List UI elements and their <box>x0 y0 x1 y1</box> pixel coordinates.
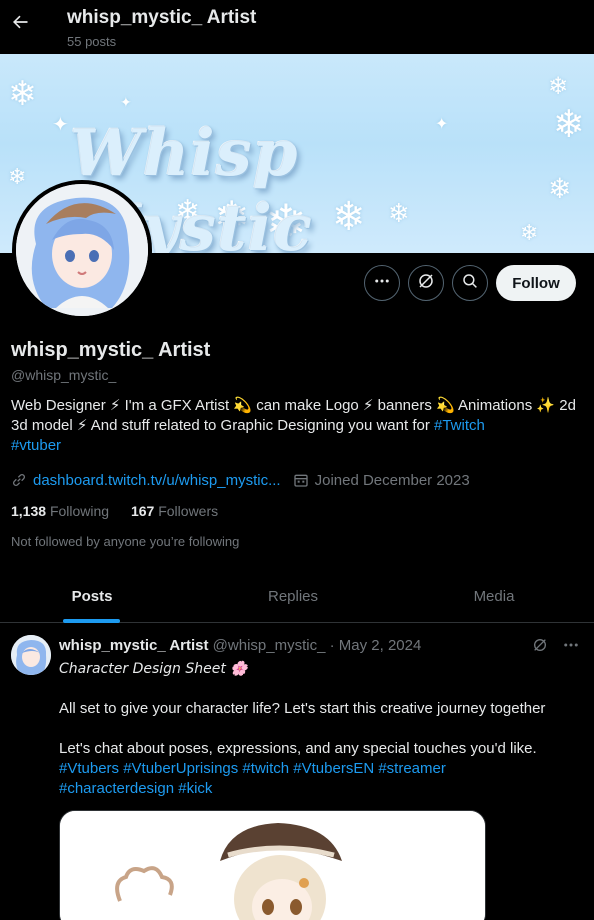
post-hashtags[interactable]: #characterdesign #kick <box>59 779 579 799</box>
hashtag-link[interactable]: #Twitch <box>434 417 485 434</box>
more-dots-icon[interactable] <box>562 636 580 659</box>
profile-tabs: Posts Replies Media <box>0 570 594 623</box>
post-text-line: All set to give your character life? Let… <box>59 700 546 717</box>
profile-name: whisp_mystic_ Artist <box>11 339 211 361</box>
post-header: whisp_mystic_ Artist @whisp_mystic_ · Ma… <box>59 637 421 654</box>
follow-button[interactable]: Follow <box>496 265 576 301</box>
more-options-button[interactable] <box>364 265 400 301</box>
post-media-image[interactable] <box>59 810 486 920</box>
not-followed-note: Not followed by anyone you’re following <box>11 534 240 549</box>
following-link[interactable]: 1,138 Following <box>11 503 109 519</box>
posts-count: 55 posts <box>67 34 117 49</box>
following-count: 1,138 <box>11 503 47 519</box>
profile-bio: Web Designer ⚡ I'm a GFX Artist 💫 can ma… <box>11 396 581 456</box>
calendar-icon <box>293 472 309 488</box>
snowflake-icon: ❄ <box>520 220 539 245</box>
more-dots-icon <box>373 272 391 295</box>
snowflake-icon: ❄ <box>548 73 569 100</box>
profile-avatar[interactable] <box>12 180 152 320</box>
post-title: Character Design Sheet 🌸 <box>59 661 248 677</box>
snowflake-icon: ❄ <box>8 75 37 113</box>
followers-count: 167 <box>130 503 155 519</box>
followers-link[interactable]: 167 Followers <box>131 503 218 519</box>
snowflake-icon: ✦ <box>52 114 69 136</box>
arrow-left-icon[interactable] <box>10 12 34 40</box>
profile-header: whisp_mystic_ Artist 55 posts <box>0 0 594 54</box>
header-title: whisp_mystic_ Artist <box>67 7 257 28</box>
snowflake-icon: ❄ <box>548 173 572 204</box>
grok-icon <box>417 272 435 295</box>
post-hashtags[interactable]: #Vtubers #VtuberUprisings #twitch #Vtube… <box>59 759 579 779</box>
link-icon <box>11 472 27 488</box>
post-text-line: Let's chat about poses, expressions, and… <box>59 740 537 757</box>
grok-icon[interactable] <box>532 637 548 658</box>
grok-button[interactable] <box>408 265 444 301</box>
followers-label: Followers <box>158 503 219 519</box>
snowflake-icon: ❄ <box>8 164 27 189</box>
hashtag-link[interactable]: #vtuber <box>11 437 61 454</box>
follow-stats: 1,138 Following 167 Followers <box>11 503 218 519</box>
post-author-handle[interactable]: @whisp_mystic_ <box>213 637 326 654</box>
post-body: Character Design Sheet 🌸 All set to give… <box>59 659 579 799</box>
separator-dot: · <box>329 637 335 654</box>
profile-meta: dashboard.twitch.tv/u/whisp_mystic... Jo… <box>11 470 470 490</box>
tab-media[interactable]: Media <box>402 570 586 623</box>
tab-replies[interactable]: Replies <box>184 570 402 623</box>
following-label: Following <box>49 503 110 519</box>
banner-logo-text: Whisp Mystic <box>70 116 313 253</box>
post-author-avatar[interactable] <box>11 635 51 675</box>
search-icon <box>461 272 479 295</box>
search-button[interactable] <box>452 265 488 301</box>
bio-text: Web Designer ⚡ I'm a GFX Artist 💫 can ma… <box>11 397 576 434</box>
post-author-name[interactable]: whisp_mystic_ Artist <box>59 637 209 654</box>
tab-posts[interactable]: Posts <box>0 570 184 623</box>
snowflake-icon: ❄ <box>553 104 585 146</box>
snowflake-icon: ✦ <box>120 94 132 110</box>
post-date[interactable]: May 2, 2024 <box>339 637 422 654</box>
website-link[interactable]: dashboard.twitch.tv/u/whisp_mystic... <box>33 472 281 489</box>
active-tab-indicator <box>63 619 120 623</box>
post-actions <box>532 638 580 656</box>
profile-handle: @whisp_mystic_ <box>11 367 117 383</box>
joined-date: Joined December 2023 <box>314 471 470 489</box>
